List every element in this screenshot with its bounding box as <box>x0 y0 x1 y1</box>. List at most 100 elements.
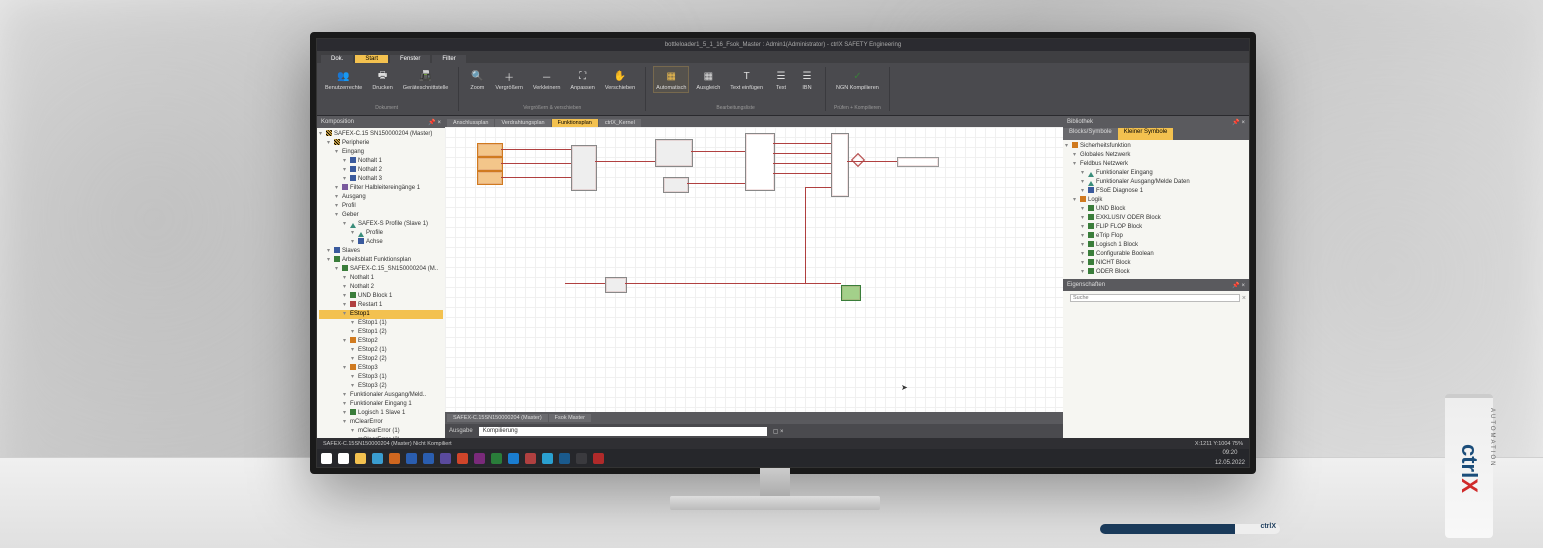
pin-icon[interactable]: 📌 × <box>1232 282 1245 289</box>
tree-node[interactable]: ▾EStop1 <box>319 310 443 319</box>
tree-node[interactable]: ▾EStop2 <box>319 337 443 346</box>
tree-node[interactable]: ▾Restart 1 <box>319 301 443 310</box>
library-node[interactable]: ▾NICHT Block <box>1065 259 1247 268</box>
tree-node[interactable]: ▾Nothalt 3 <box>319 175 443 184</box>
btn-deviceif[interactable]: 📠Geräteschnittstelle <box>401 67 451 92</box>
vscode-icon[interactable] <box>508 453 519 464</box>
tree-node[interactable]: ▾SAFEX-S Profile (Slave 1) <box>319 220 443 229</box>
library-node[interactable]: ▾Logisch 1 Block <box>1065 241 1247 250</box>
library-node[interactable]: ▾eTrip Flop <box>1065 232 1247 241</box>
library-tree[interactable]: ▾Sicherheitsfunktion▾Globales Netzwerk▾F… <box>1063 140 1249 279</box>
tree-node[interactable]: ▾Funktionaler Ausgang/Meld.. <box>319 391 443 400</box>
btn-zoom[interactable]: 🔍Zoom <box>467 67 487 92</box>
library-node[interactable]: ▾Feldbus Netzwerk <box>1065 160 1247 169</box>
tree-node[interactable]: ▾EStop2 (2) <box>319 355 443 364</box>
tree-root[interactable]: ▾SAFEX-C.15 SN150000204 (Master) <box>319 130 443 139</box>
tree-node[interactable]: ▾EStop3 <box>319 364 443 373</box>
tree-node[interactable]: ▾EStop1 (1) <box>319 319 443 328</box>
tree-node[interactable]: ▾Achse <box>319 238 443 247</box>
app2-icon[interactable] <box>559 453 570 464</box>
tree-node[interactable]: ▾Nothalt 2 <box>319 166 443 175</box>
library-node[interactable]: ▾FLIP FLOP Block <box>1065 223 1247 232</box>
library-node[interactable]: ▾Funktionaler Eingang <box>1065 169 1247 178</box>
doc-tab-function[interactable]: Funktionsplan <box>552 119 598 127</box>
block-input-2[interactable] <box>477 157 503 171</box>
tree-node[interactable]: ▾Peripherie <box>319 139 443 148</box>
tree-node[interactable]: ▾Profil <box>319 202 443 211</box>
btn-pan[interactable]: ✋Verschieben <box>603 67 637 92</box>
tree-node[interactable]: ▾EStop2 (1) <box>319 346 443 355</box>
library-node[interactable]: ▾FSoE Diagnose 1 <box>1065 187 1247 196</box>
btn-compile[interactable]: ✓NGN Kompilieren <box>834 67 881 92</box>
block-mux[interactable] <box>745 133 775 191</box>
ribbon-tab-start[interactable]: Start <box>355 55 388 63</box>
tree-node[interactable]: ▾Eingang <box>319 148 443 157</box>
tree-node[interactable]: ▾Arbeitsblatt Funktionsplan <box>319 256 443 265</box>
tree-node[interactable]: ▾Slaves <box>319 247 443 256</box>
pin-icon[interactable]: 📌 × <box>428 119 441 126</box>
tree-node[interactable]: ▾UND Block 1 <box>319 292 443 301</box>
app-icon[interactable] <box>525 453 536 464</box>
library-node[interactable]: ▾UND Block <box>1065 205 1247 214</box>
device-tab-fsok[interactable]: Fsok Master <box>549 414 591 422</box>
edge-icon[interactable] <box>372 453 383 464</box>
ribbon-tab-window[interactable]: Fenster <box>390 55 430 63</box>
tree-node[interactable]: ▾mClearError (1) <box>319 427 443 436</box>
btn-auto[interactable]: ▦Automatisch <box>654 67 688 92</box>
block-input-3[interactable] <box>477 171 503 185</box>
tree-node[interactable]: ▾Filter Halbleitereingänge 1 <box>319 184 443 193</box>
output-clear-icon[interactable]: ▢ × <box>773 428 784 435</box>
btn-balance[interactable]: ▦Ausgleich <box>694 67 722 92</box>
library-node[interactable]: ▾Funktionaler Ausgang/Melde Daten <box>1065 178 1247 187</box>
block-restart[interactable] <box>655 139 693 167</box>
cortana-icon[interactable] <box>338 453 349 464</box>
tree-node[interactable]: ▾Nothalt 2 <box>319 283 443 292</box>
tree-node[interactable]: ▾Ausgang <box>319 193 443 202</box>
tree-node[interactable]: ▾Logisch 1 Slave 1 <box>319 409 443 418</box>
block-and[interactable] <box>571 145 597 191</box>
tree-node[interactable]: ▾EStop3 (2) <box>319 382 443 391</box>
btn-userrights[interactable]: 👥Benutzerrechte <box>323 67 364 92</box>
word-icon[interactable] <box>423 453 434 464</box>
tree-node[interactable]: ▾Profile <box>319 229 443 238</box>
composition-tree[interactable]: ▾SAFEX-C.15 SN150000204 (Master) ▾Periph… <box>317 128 445 438</box>
doc-tab-kernel[interactable]: ctrlX_Kernel <box>599 119 641 127</box>
pin-icon[interactable]: 📌 × <box>1232 119 1245 126</box>
library-node[interactable]: ▾Globales Netzwerk <box>1065 151 1247 160</box>
explorer-icon[interactable] <box>355 453 366 464</box>
lib-tab-small[interactable]: Kleiner Symbole <box>1118 128 1174 140</box>
clock-time[interactable]: 09:20 <box>1222 450 1237 456</box>
clock-date[interactable]: 12.05.2022 <box>1215 460 1245 466</box>
block-ok[interactable] <box>841 285 861 301</box>
btn-textins[interactable]: TText einfügen <box>728 67 765 92</box>
tree-node[interactable]: ▾Funktionaler Eingang 1 <box>319 400 443 409</box>
skype-icon[interactable] <box>542 453 553 464</box>
btn-print[interactable]: 🖶Drucken <box>370 67 394 92</box>
block-diamond[interactable] <box>851 153 865 167</box>
block-output-label[interactable] <box>897 157 939 167</box>
doc-tab-wiring[interactable]: Verdrahtungsplan <box>495 119 550 127</box>
tree-node[interactable]: ▾EStop1 (2) <box>319 328 443 337</box>
pdf-icon[interactable] <box>593 453 604 464</box>
search-input[interactable] <box>1070 294 1240 302</box>
doc-tab-connection[interactable]: Anschlussplan <box>447 119 494 127</box>
library-node[interactable]: ▾Logik <box>1065 196 1247 205</box>
btn-ibn[interactable]: ☰IBN <box>797 67 817 92</box>
btn-zoomout[interactable]: －Verkleinern <box>531 67 563 92</box>
tree-node[interactable]: ▾mClearError <box>319 418 443 427</box>
library-node[interactable]: ▾ODER Block <box>1065 268 1247 277</box>
close-icon[interactable]: × <box>1242 295 1246 302</box>
tree-node[interactable]: ▾Nothalt 1 <box>319 274 443 283</box>
teams-icon[interactable] <box>440 453 451 464</box>
ribbon-tab-filter[interactable]: Filter <box>432 55 465 63</box>
block-input-1[interactable] <box>477 143 503 157</box>
tree-node[interactable]: ▾EStop3 (1) <box>319 373 443 382</box>
tree-node[interactable]: ▾Nothalt 1 <box>319 157 443 166</box>
block-sub[interactable] <box>663 177 689 193</box>
library-node[interactable]: ▾Sicherheitsfunktion <box>1065 142 1247 151</box>
firefox-icon[interactable] <box>389 453 400 464</box>
btn-text[interactable]: ☰Text <box>771 67 791 92</box>
library-node[interactable]: ▾Configurable Boolean <box>1065 250 1247 259</box>
tree-node[interactable]: ▾SAFEX-C.15_SN150000204 (M.. <box>319 265 443 274</box>
library-node[interactable]: ▾EXKLUSIV ODER Block <box>1065 214 1247 223</box>
